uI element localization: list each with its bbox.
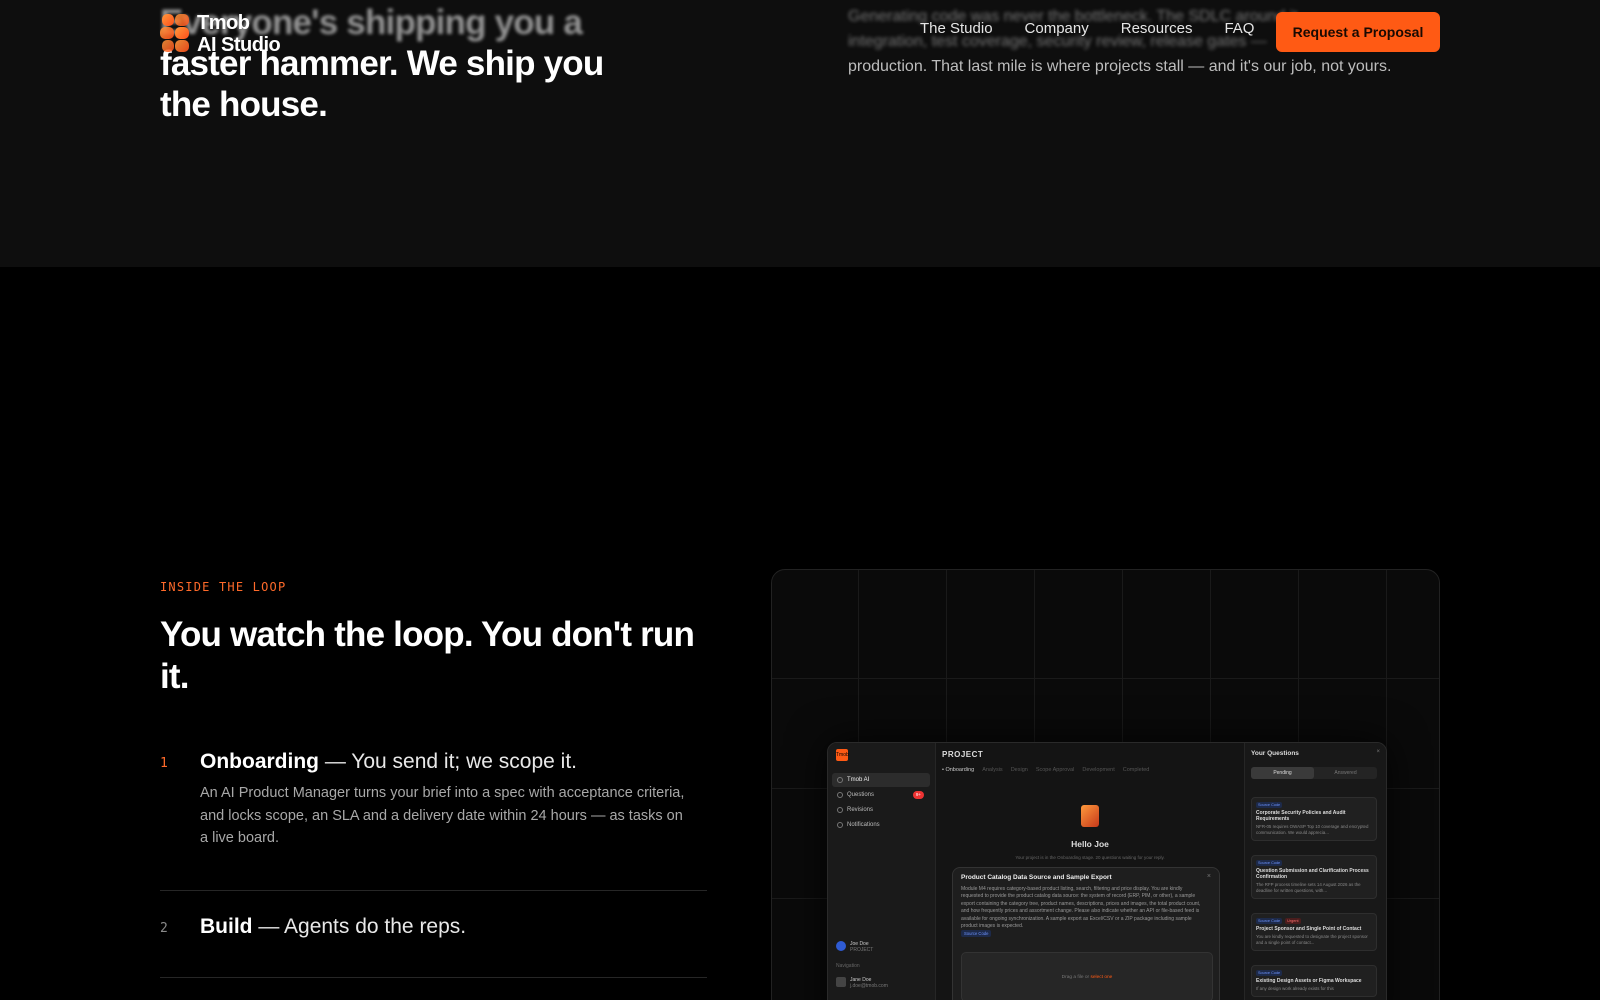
step-tagline: — You send it; we scope it. (319, 750, 577, 773)
tab-pending[interactable]: Pending (1251, 767, 1314, 779)
stage-tab[interactable]: • Onboarding (942, 767, 974, 773)
question-title: Product Catalog Data Source and Sample E… (961, 874, 1112, 881)
step-build[interactable]: 2 Build — Agents do the reps. (160, 913, 707, 953)
step-heading: Build — Agents do the reps. (200, 913, 466, 941)
questions-tabs: Pending Answered (1251, 767, 1377, 779)
urgent-tag: Urgent (1285, 918, 1301, 924)
user-role: PROJECT (850, 947, 874, 953)
stage-tab[interactable]: Design (1011, 767, 1028, 773)
step-number: 1 (160, 756, 168, 771)
tag-row: Source Code (1256, 970, 1372, 976)
hero-title-line: the house. (160, 85, 328, 124)
question-icon (837, 792, 843, 798)
hero-text-line: production. That last mile is where proj… (848, 58, 1392, 75)
question-tag: Source Code (1256, 860, 1283, 866)
stage-tab[interactable]: Analysis (982, 767, 1002, 773)
sidebar-item-label: Questions (847, 792, 875, 798)
question-title: Question Submission and Clarification Pr… (1256, 868, 1369, 881)
sidebar-item-notifications[interactable]: Notifications (832, 818, 930, 832)
step-name: Build (200, 915, 253, 938)
page: Everyone's shipping you a faster hammer.… (0, 0, 1600, 1000)
question-excerpt: You are kindly requested to designate th… (1256, 934, 1368, 946)
app-logo: Tmob (836, 749, 849, 761)
questions-badge: 9+ (913, 791, 924, 799)
sidebar-item-questions[interactable]: Questions 9+ (832, 788, 930, 802)
question-title: Corporate Security Policies and Audit Re… (1256, 810, 1346, 823)
project-label: PROJECT (942, 750, 984, 759)
question-list-item[interactable]: Source Code Existing Design Assets or Fi… (1251, 965, 1377, 998)
user-icon (836, 977, 846, 987)
question-title: Existing Design Assets or Figma Workspac… (1256, 978, 1362, 984)
logo-mark-icon (160, 14, 190, 54)
sidebar-item-label: Revisions (847, 807, 874, 813)
step-description: An AI Product Manager turns your brief i… (200, 785, 685, 846)
stage-tab[interactable]: Scope Approval (1036, 767, 1075, 773)
question-excerpt: NFR-05 requires OWASP Top 10 coverage an… (1256, 824, 1369, 836)
logo-line: Tmob (197, 12, 250, 34)
app-main: PROJECT • Onboarding Analysis Design Sco… (936, 743, 1244, 1000)
nav-link-resources[interactable]: Resources (1121, 20, 1193, 37)
logo-text: Tmob AI Studio (197, 12, 281, 56)
site-logo[interactable]: Tmob AI Studio (160, 12, 281, 56)
greeting: Hello Joe (1071, 839, 1109, 849)
question-excerpt: If any design work already exists for th… (1256, 986, 1334, 992)
section-eyebrow: INSIDE THE LOOP (160, 580, 287, 594)
close-icon[interactable]: × (1376, 749, 1380, 755)
app-sidebar: Tmob Tmob AI Questions 9+ Revisions Notif… (828, 743, 936, 1000)
question-body: Module M4 requires category-based produc… (961, 886, 1201, 930)
greeting-subtext: Your project is in the Onboarding stage.… (1015, 855, 1165, 860)
questions-panel-title: Your Questions (1251, 750, 1299, 757)
question-card: Product Catalog Data Source and Sample E… (952, 867, 1220, 1000)
step-number: 2 (160, 921, 168, 936)
step-divider (160, 890, 707, 891)
stage-tab[interactable]: Development (1082, 767, 1114, 773)
stage-tabs: • Onboarding Analysis Design Scope Appro… (942, 767, 1149, 773)
sidebar-item-label: Notifications (847, 822, 880, 828)
nav-link-faq[interactable]: FAQ (1224, 20, 1254, 37)
question-tag: Source Code (1256, 802, 1283, 808)
brand-emblem-icon (1081, 805, 1099, 827)
product-mockup: Tmob Tmob AI Questions 9+ Revisions Notif… (771, 569, 1440, 1000)
step-name: Onboarding (200, 750, 319, 773)
question-tag: Source Code (961, 930, 992, 937)
select-file-link[interactable]: select one (1090, 975, 1112, 980)
nav-link-company[interactable]: Company (1025, 20, 1089, 37)
question-list-item[interactable]: Source Code Corporate Security Policies … (1251, 797, 1377, 842)
questions-panel: Your Questions × Pending Answered Source… (1244, 743, 1386, 1000)
main-nav: The Studio Company Resources FAQ (920, 20, 1254, 37)
avatar (836, 941, 846, 951)
tag-row: Source Code (1256, 860, 1372, 866)
logo-line: AI Studio (197, 34, 281, 56)
bell-icon (837, 822, 843, 828)
section-title: You watch the loop. You don't run it. (160, 615, 695, 696)
sidebar-footer-label: Navigation (836, 963, 860, 969)
step-divider (160, 977, 707, 978)
sidebar-item-label: Tmob AI (847, 777, 870, 783)
user-email: j.doe@tmob.com (850, 983, 888, 989)
step-onboarding[interactable]: 1 Onboarding — You send it; we scope it.… (160, 748, 707, 848)
tag-row: Source Code Urgent (1256, 918, 1372, 924)
dropzone-text: Drag a file or (1061, 975, 1091, 980)
tab-answered[interactable]: Answered (1314, 767, 1377, 779)
question-tag: Source Code (1256, 970, 1283, 976)
close-icon[interactable]: × (1207, 873, 1211, 880)
revisions-icon (837, 807, 843, 813)
question-title: Project Sponsor and Single Point of Cont… (1256, 926, 1362, 932)
question-tag: Source Code (1256, 918, 1283, 924)
tag-row: Source Code (1256, 802, 1372, 808)
question-excerpt: The RFP process timeline sets 14 August … (1256, 882, 1361, 894)
file-dropzone[interactable]: Drag a file or select one (961, 952, 1213, 1000)
step-tagline: — Agents do the reps. (252, 915, 467, 938)
stage-tab[interactable]: Completed (1123, 767, 1150, 773)
app-window: Tmob Tmob AI Questions 9+ Revisions Notif… (827, 742, 1387, 1000)
nav-link-the-studio[interactable]: The Studio (920, 20, 993, 37)
question-list-item[interactable]: Source Code Urgent Project Sponsor and Si… (1251, 913, 1377, 952)
step-heading: Onboarding — You send it; we scope it. (200, 748, 577, 776)
question-list-item[interactable]: Source Code Question Submission and Clar… (1251, 855, 1377, 900)
request-proposal-button[interactable]: Request a Proposal (1276, 12, 1440, 52)
sidebar-item-tmob-ai[interactable]: Tmob AI (832, 773, 930, 787)
sidebar-item-revisions[interactable]: Revisions (832, 803, 930, 817)
home-icon (837, 777, 843, 783)
